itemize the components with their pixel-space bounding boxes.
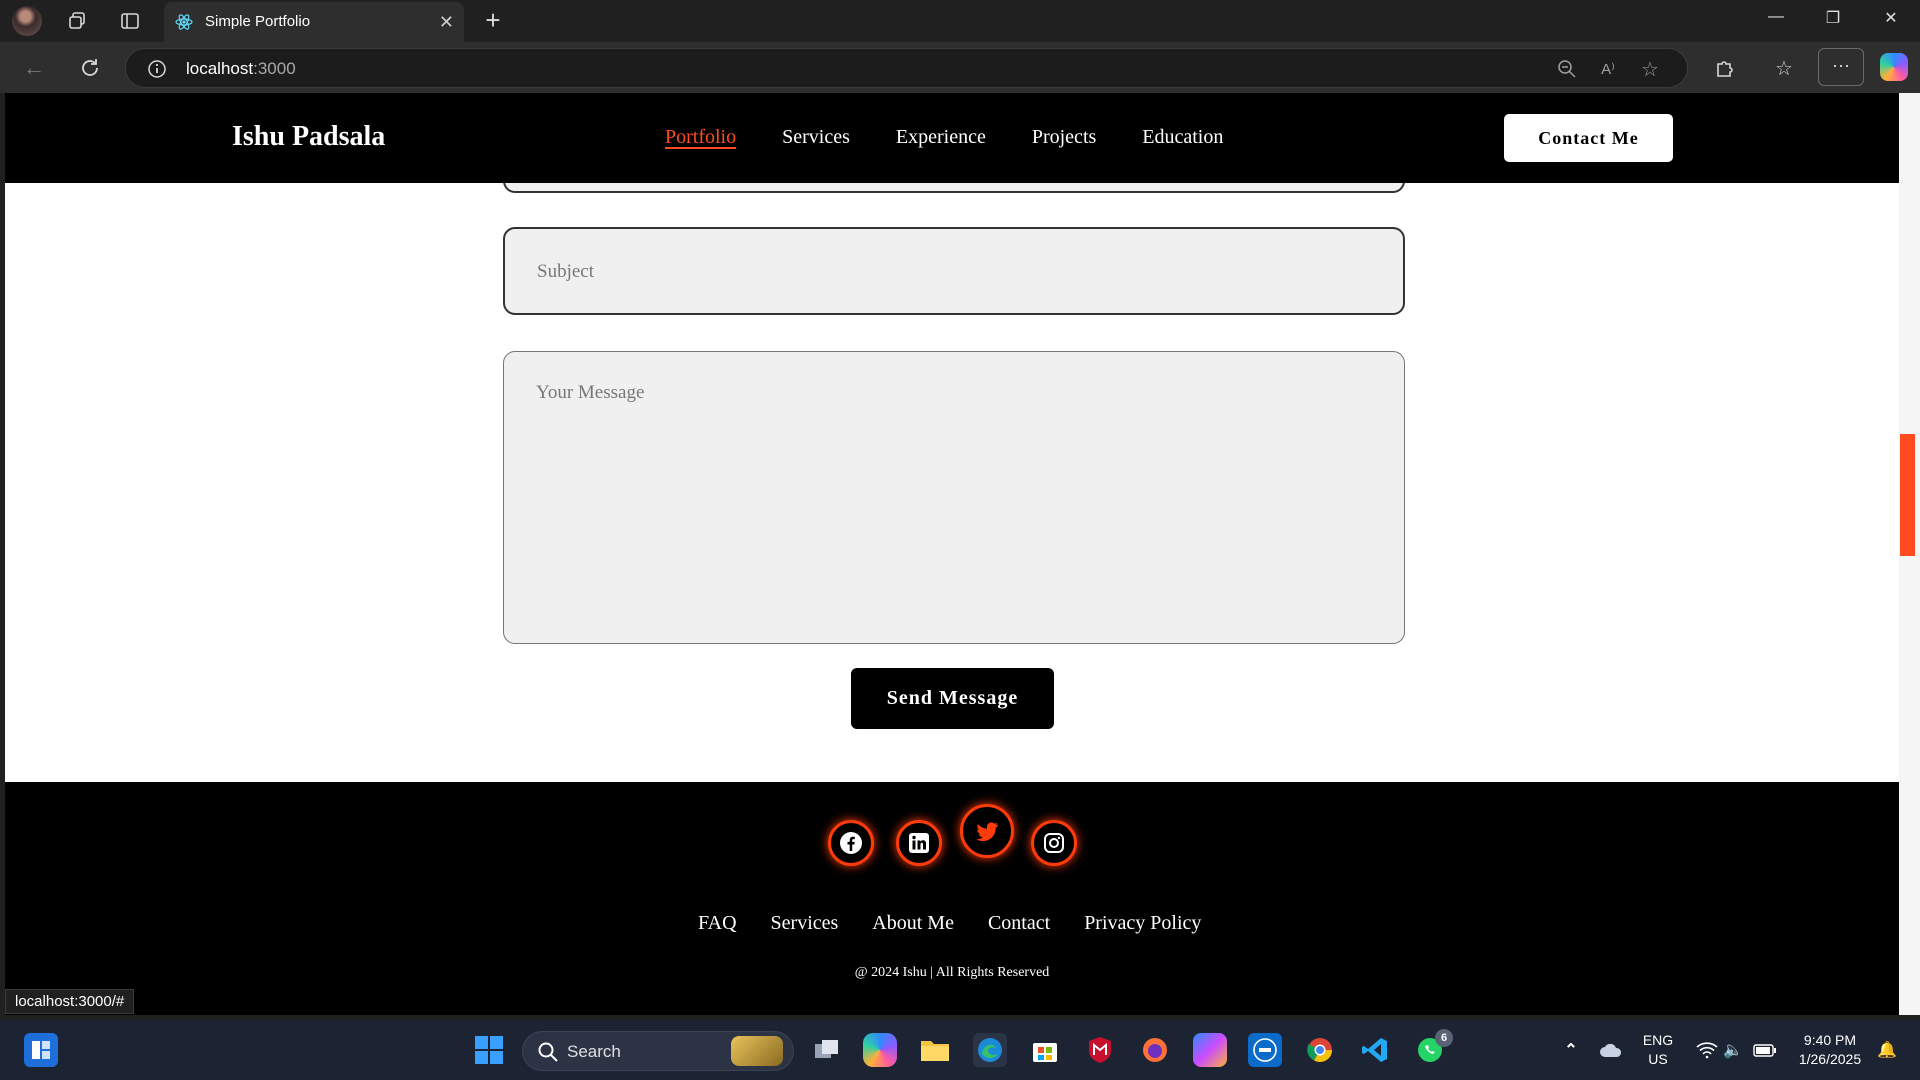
battery-icon[interactable] xyxy=(1748,1033,1782,1067)
dell-icon[interactable] xyxy=(1248,1033,1282,1067)
restore-icon[interactable]: ❐ xyxy=(1821,8,1845,28)
taskbar-search[interactable]: Search xyxy=(522,1031,794,1071)
read-aloud-icon[interactable]: A⁾ xyxy=(1596,57,1620,81)
status-bar-url: localhost:3000/# xyxy=(5,989,135,1014)
search-label: Search xyxy=(567,1042,621,1061)
twitter-icon[interactable] xyxy=(960,804,1014,858)
copilot-taskbar-icon[interactable] xyxy=(863,1033,897,1067)
firefox-icon[interactable] xyxy=(1138,1033,1172,1067)
subject-placeholder: Subject xyxy=(537,261,594,282)
nav-education[interactable]: Education xyxy=(1142,126,1223,149)
vertical-tabs-icon[interactable] xyxy=(117,8,143,34)
main-nav: Portfolio Services Experience Projects E… xyxy=(665,126,1223,149)
linkedin-icon[interactable] xyxy=(896,820,942,866)
edge-icon[interactable] xyxy=(973,1033,1007,1067)
tab-title: Simple Portfolio xyxy=(205,13,311,30)
clock[interactable]: 9:40 PM 1/26/2025 xyxy=(1790,1031,1870,1069)
whatsapp-badge: 6 xyxy=(1435,1029,1453,1047)
vscode-icon[interactable] xyxy=(1358,1033,1392,1067)
zoom-icon[interactable] xyxy=(1556,58,1578,80)
settings-menu-button[interactable]: ··· xyxy=(1818,48,1864,86)
footer-links: FAQ Services About Me Contact Privacy Po… xyxy=(698,912,1201,935)
onedrive-icon[interactable] xyxy=(1594,1033,1628,1067)
nav-portfolio[interactable]: Portfolio xyxy=(665,126,736,149)
favorites-icon[interactable]: ☆ xyxy=(1770,54,1798,82)
extensions-icon[interactable] xyxy=(1710,54,1738,82)
instagram-icon[interactable] xyxy=(1031,820,1077,866)
widgets-icon[interactable] xyxy=(24,1033,58,1067)
site-header: Ishu Padsala Portfolio Services Experien… xyxy=(5,93,1899,183)
microsoft-store-icon[interactable] xyxy=(1028,1033,1062,1067)
address-bar[interactable]: localhost:3000 A⁾ ☆ xyxy=(125,48,1688,88)
favorite-star-icon[interactable]: ☆ xyxy=(1638,57,1662,81)
show-hidden-icons-icon[interactable]: ⌃ xyxy=(1554,1033,1588,1067)
footer-link-contact[interactable]: Contact xyxy=(988,912,1050,935)
windows-taskbar: Search 6 ⌃ ENG US 🔈 9:40 PM 1/26/2025 🔔 xyxy=(0,1020,1920,1080)
browser-toolbar: ← localhost:3000 A⁾ ☆ ☆ ··· xyxy=(0,42,1920,93)
site-logo[interactable]: Ishu Padsala xyxy=(232,121,385,153)
tab-simple-portfolio[interactable]: Simple Portfolio ✕ xyxy=(164,2,464,42)
volume-icon[interactable]: 🔈 xyxy=(1716,1033,1750,1067)
page-viewport: Subject Your Message Send Message Ishu P… xyxy=(5,93,1899,1015)
footer-link-services[interactable]: Services xyxy=(771,912,839,935)
scrollbar-thumb[interactable] xyxy=(1900,434,1915,556)
address-url: localhost:3000 xyxy=(186,59,296,78)
nav-projects[interactable]: Projects xyxy=(1032,126,1096,149)
mcafee-icon[interactable] xyxy=(1083,1033,1117,1067)
copyright-text: @ 2024 Ishu | All Rights Reserved xyxy=(854,965,1050,980)
close-window-icon[interactable]: ✕ xyxy=(1879,8,1903,28)
search-highlight-icon xyxy=(731,1036,783,1066)
workspaces-icon[interactable] xyxy=(64,8,90,34)
footer-link-about-me[interactable]: About Me xyxy=(872,912,954,935)
site-footer: FAQ Services About Me Contact Privacy Po… xyxy=(5,782,1899,1015)
task-view-icon[interactable] xyxy=(810,1033,844,1067)
minimize-icon[interactable]: — xyxy=(1764,8,1788,26)
footer-link-faq[interactable]: FAQ xyxy=(698,912,737,935)
facebook-icon[interactable] xyxy=(828,820,874,866)
site-info-icon[interactable] xyxy=(146,58,168,80)
copilot-icon[interactable] xyxy=(1880,53,1908,81)
chrome-icon[interactable] xyxy=(1303,1033,1337,1067)
close-tab-icon[interactable]: ✕ xyxy=(439,12,454,33)
nav-experience[interactable]: Experience xyxy=(896,126,986,149)
footer-link-privacy-policy[interactable]: Privacy Policy xyxy=(1084,912,1201,935)
search-icon xyxy=(537,1041,559,1068)
language-indicator[interactable]: ENG US xyxy=(1640,1031,1676,1069)
back-icon[interactable]: ← xyxy=(20,54,48,82)
subject-field[interactable]: Subject xyxy=(503,227,1405,315)
windows-start-icon[interactable] xyxy=(472,1033,506,1067)
message-placeholder: Your Message xyxy=(536,382,645,403)
refresh-icon[interactable] xyxy=(76,54,104,82)
profile-avatar[interactable] xyxy=(12,6,42,36)
message-textarea[interactable]: Your Message xyxy=(503,351,1405,644)
send-message-button[interactable]: Send Message xyxy=(851,668,1054,729)
notifications-bell-icon[interactable]: 🔔 xyxy=(1870,1033,1904,1067)
nav-services[interactable]: Services xyxy=(782,126,850,149)
react-icon xyxy=(174,12,194,37)
new-tab-icon[interactable]: + xyxy=(478,6,508,36)
whatsapp-icon[interactable]: 6 xyxy=(1413,1029,1453,1067)
contact-me-button[interactable]: Contact Me xyxy=(1504,114,1673,162)
browser-tab-bar: Simple Portfolio ✕ + — ❐ ✕ xyxy=(0,0,1920,42)
microsoft-365-icon[interactable] xyxy=(1193,1033,1227,1067)
file-explorer-icon[interactable] xyxy=(918,1033,952,1067)
